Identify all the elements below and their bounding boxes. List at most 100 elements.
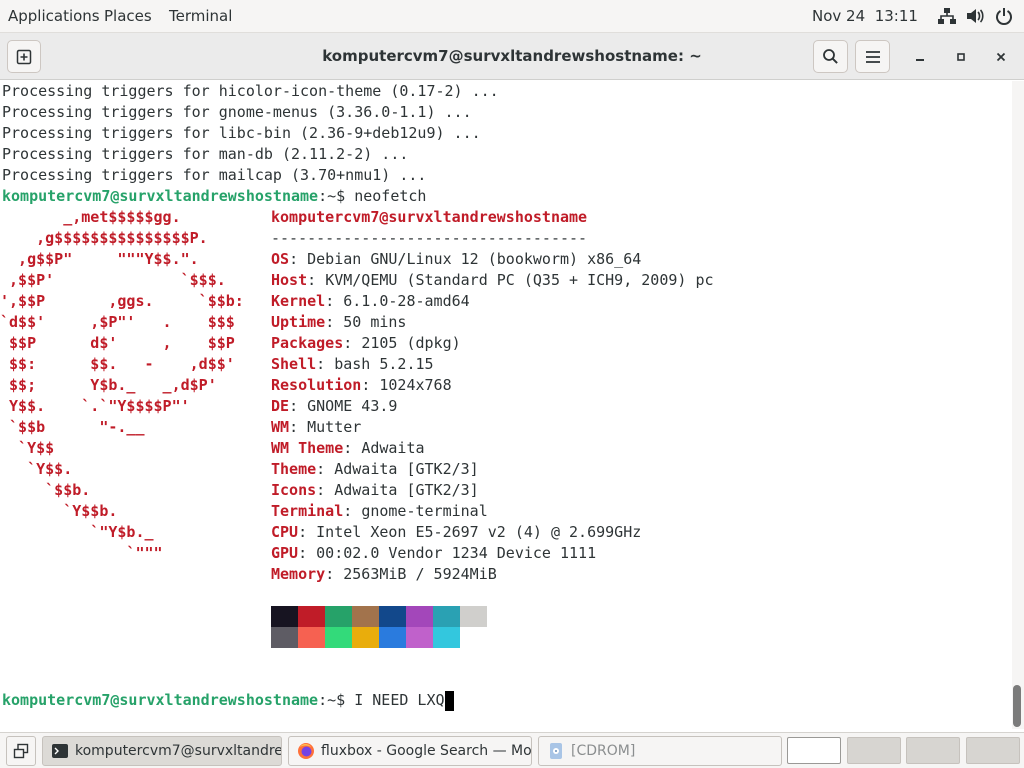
- info-value: GNOME 43.9: [307, 397, 398, 415]
- info-row: Shell: bash 5.2.15: [271, 355, 434, 373]
- info-key: CPU: [271, 523, 299, 541]
- info-value: bash 5.2.15: [334, 355, 434, 373]
- info-key: Terminal: [271, 502, 344, 520]
- volume-icon[interactable]: [965, 6, 985, 26]
- task-terminal[interactable]: komputercvm7@survxltandrew...: [42, 736, 282, 766]
- hamburger-menu-button[interactable]: [855, 40, 890, 73]
- clock-date: Nov 24: [812, 7, 866, 25]
- info-value: Adwaita [GTK2/3]: [334, 481, 479, 499]
- info-value: 00:02.0 Vendor 1234 Device 1111: [316, 544, 597, 562]
- info-key: GPU: [271, 544, 299, 562]
- workspace-3[interactable]: [906, 737, 960, 764]
- info-row: DE: GNOME 43.9: [271, 397, 398, 415]
- ascii-logo-line: `Y$$b.: [0, 502, 118, 520]
- close-button[interactable]: [989, 45, 1013, 69]
- palette-swatch: [325, 606, 352, 627]
- task-cdrom-label: [CDROM]: [571, 743, 636, 759]
- task-cdrom[interactable]: [CDROM]: [538, 736, 782, 766]
- task-firefox[interactable]: fluxbox - Google Search — Mozi...: [288, 736, 532, 766]
- info-key: Icons: [271, 481, 317, 499]
- info-row: Icons: Adwaita [GTK2/3]: [271, 481, 479, 499]
- palette-swatch: [460, 606, 487, 627]
- task-terminal-label: komputercvm7@survxltandrew...: [75, 743, 282, 759]
- ascii-logo-line: `d$$' ,$P"' . $$$: [0, 313, 235, 331]
- top-bar: Applications Places Terminal Nov 24 13:1…: [0, 0, 1024, 33]
- workspace-2[interactable]: [847, 737, 901, 764]
- scrollbar-thumb[interactable]: [1013, 685, 1021, 727]
- output-line: Processing triggers for hicolor-icon-the…: [2, 82, 499, 100]
- search-button[interactable]: [813, 40, 848, 73]
- show-desktop-icon: [13, 743, 29, 759]
- workspace-1[interactable]: [787, 737, 841, 764]
- window-header: komputercvm7@survxltandrewshostname: ~: [0, 33, 1024, 80]
- info-value: Adwaita: [361, 439, 425, 457]
- text-cursor: [444, 690, 454, 711]
- output-line: Processing triggers for libc-bin (2.36-9…: [2, 124, 481, 142]
- palette-swatch: [298, 606, 325, 627]
- terminal-area[interactable]: Processing triggers for hicolor-icon-the…: [0, 81, 1012, 729]
- network-icon[interactable]: [937, 6, 957, 26]
- maximize-button[interactable]: [949, 45, 973, 69]
- ascii-logo-line: _,met$$$$$gg.: [0, 208, 181, 226]
- info-key: Host: [271, 271, 308, 289]
- command-input-text: I NEED LXQ: [354, 691, 445, 709]
- info-value: Adwaita [GTK2/3]: [334, 460, 479, 478]
- ascii-logo-line: ',$$P ,ggs. `$$b:: [0, 292, 244, 310]
- ascii-logo-line: `Y$$.: [0, 460, 73, 478]
- maximize-icon: [957, 53, 965, 61]
- palette-swatch: [352, 627, 379, 648]
- info-value: 50 mins: [343, 313, 407, 331]
- task-firefox-label: fluxbox - Google Search — Mozi...: [321, 743, 532, 759]
- new-tab-button[interactable]: [7, 40, 41, 73]
- search-icon: [823, 49, 838, 64]
- info-row: Host: KVM/QEMU (Standard PC (Q35 + ICH9,…: [271, 271, 714, 289]
- info-row: Theme: Adwaita [GTK2/3]: [271, 460, 479, 478]
- ascii-logo-line: $$; Y$b._ _,d$P': [0, 376, 217, 394]
- hamburger-icon: [865, 50, 880, 63]
- prompt-line: komputercvm7@survxltandrewshostname:~$ n…: [2, 186, 426, 207]
- info-key: Memory: [271, 565, 326, 583]
- minimize-button[interactable]: [908, 45, 932, 69]
- info-value: gnome-terminal: [361, 502, 488, 520]
- show-desktop-button[interactable]: [6, 736, 36, 766]
- places-menu[interactable]: Places: [104, 0, 152, 33]
- ascii-logo-line: ,g$$P" """Y$$.".: [0, 250, 199, 268]
- info-value: 1024x768: [379, 376, 452, 394]
- applications-menu[interactable]: Applications: [8, 0, 100, 33]
- info-key: Resolution: [271, 376, 362, 394]
- ascii-logo-line: ,$$P' `$$$.: [0, 271, 226, 289]
- cdrom-icon: [550, 743, 562, 759]
- close-icon: [996, 52, 1006, 62]
- ascii-logo-line: `""": [0, 544, 163, 562]
- info-key: Kernel: [271, 292, 326, 310]
- prompt-user: komputercvm7@survxltandrewshostname: [2, 691, 319, 709]
- palette-swatch: [433, 606, 460, 627]
- terminal-app-menu[interactable]: Terminal: [169, 0, 232, 33]
- info-row: Resolution: 1024x768: [271, 376, 452, 394]
- ascii-logo-line: `"Y$b._: [0, 523, 154, 541]
- info-key: DE: [271, 397, 290, 415]
- info-key: WM: [271, 418, 290, 436]
- scrollbar-track[interactable]: [1012, 81, 1024, 729]
- info-value: Mutter: [307, 418, 362, 436]
- ascii-logo-line: `$$b.: [0, 481, 91, 499]
- info-row: Packages: 2105 (dpkg): [271, 334, 461, 352]
- taskbar: komputercvm7@survxltandrew... fluxbox - …: [0, 732, 1024, 768]
- palette-swatch: [379, 627, 406, 648]
- command-text: neofetch: [354, 187, 427, 205]
- info-value: 2105 (dpkg): [361, 334, 461, 352]
- info-key: Packages: [271, 334, 344, 352]
- clock[interactable]: Nov 24 13:11: [812, 0, 918, 33]
- palette-swatch: [298, 627, 325, 648]
- palette-swatch: [271, 606, 298, 627]
- ascii-logo-line: `Y$$: [0, 439, 55, 457]
- info-row: CPU: Intel Xeon E5-2697 v2 (4) @ 2.699GH…: [271, 523, 642, 541]
- power-icon[interactable]: [994, 6, 1014, 26]
- output-line: Processing triggers for man-db (2.11.2-2…: [2, 145, 409, 163]
- prompt-line: komputercvm7@survxltandrewshostname:~$ I…: [2, 690, 454, 711]
- prompt-user: komputercvm7@survxltandrewshostname: [2, 187, 319, 205]
- workspace-4[interactable]: [966, 737, 1020, 764]
- ascii-logo-line: $$: $$. - ,d$$': [0, 355, 235, 373]
- minimize-icon: [916, 59, 924, 61]
- terminal-icon: [52, 744, 68, 758]
